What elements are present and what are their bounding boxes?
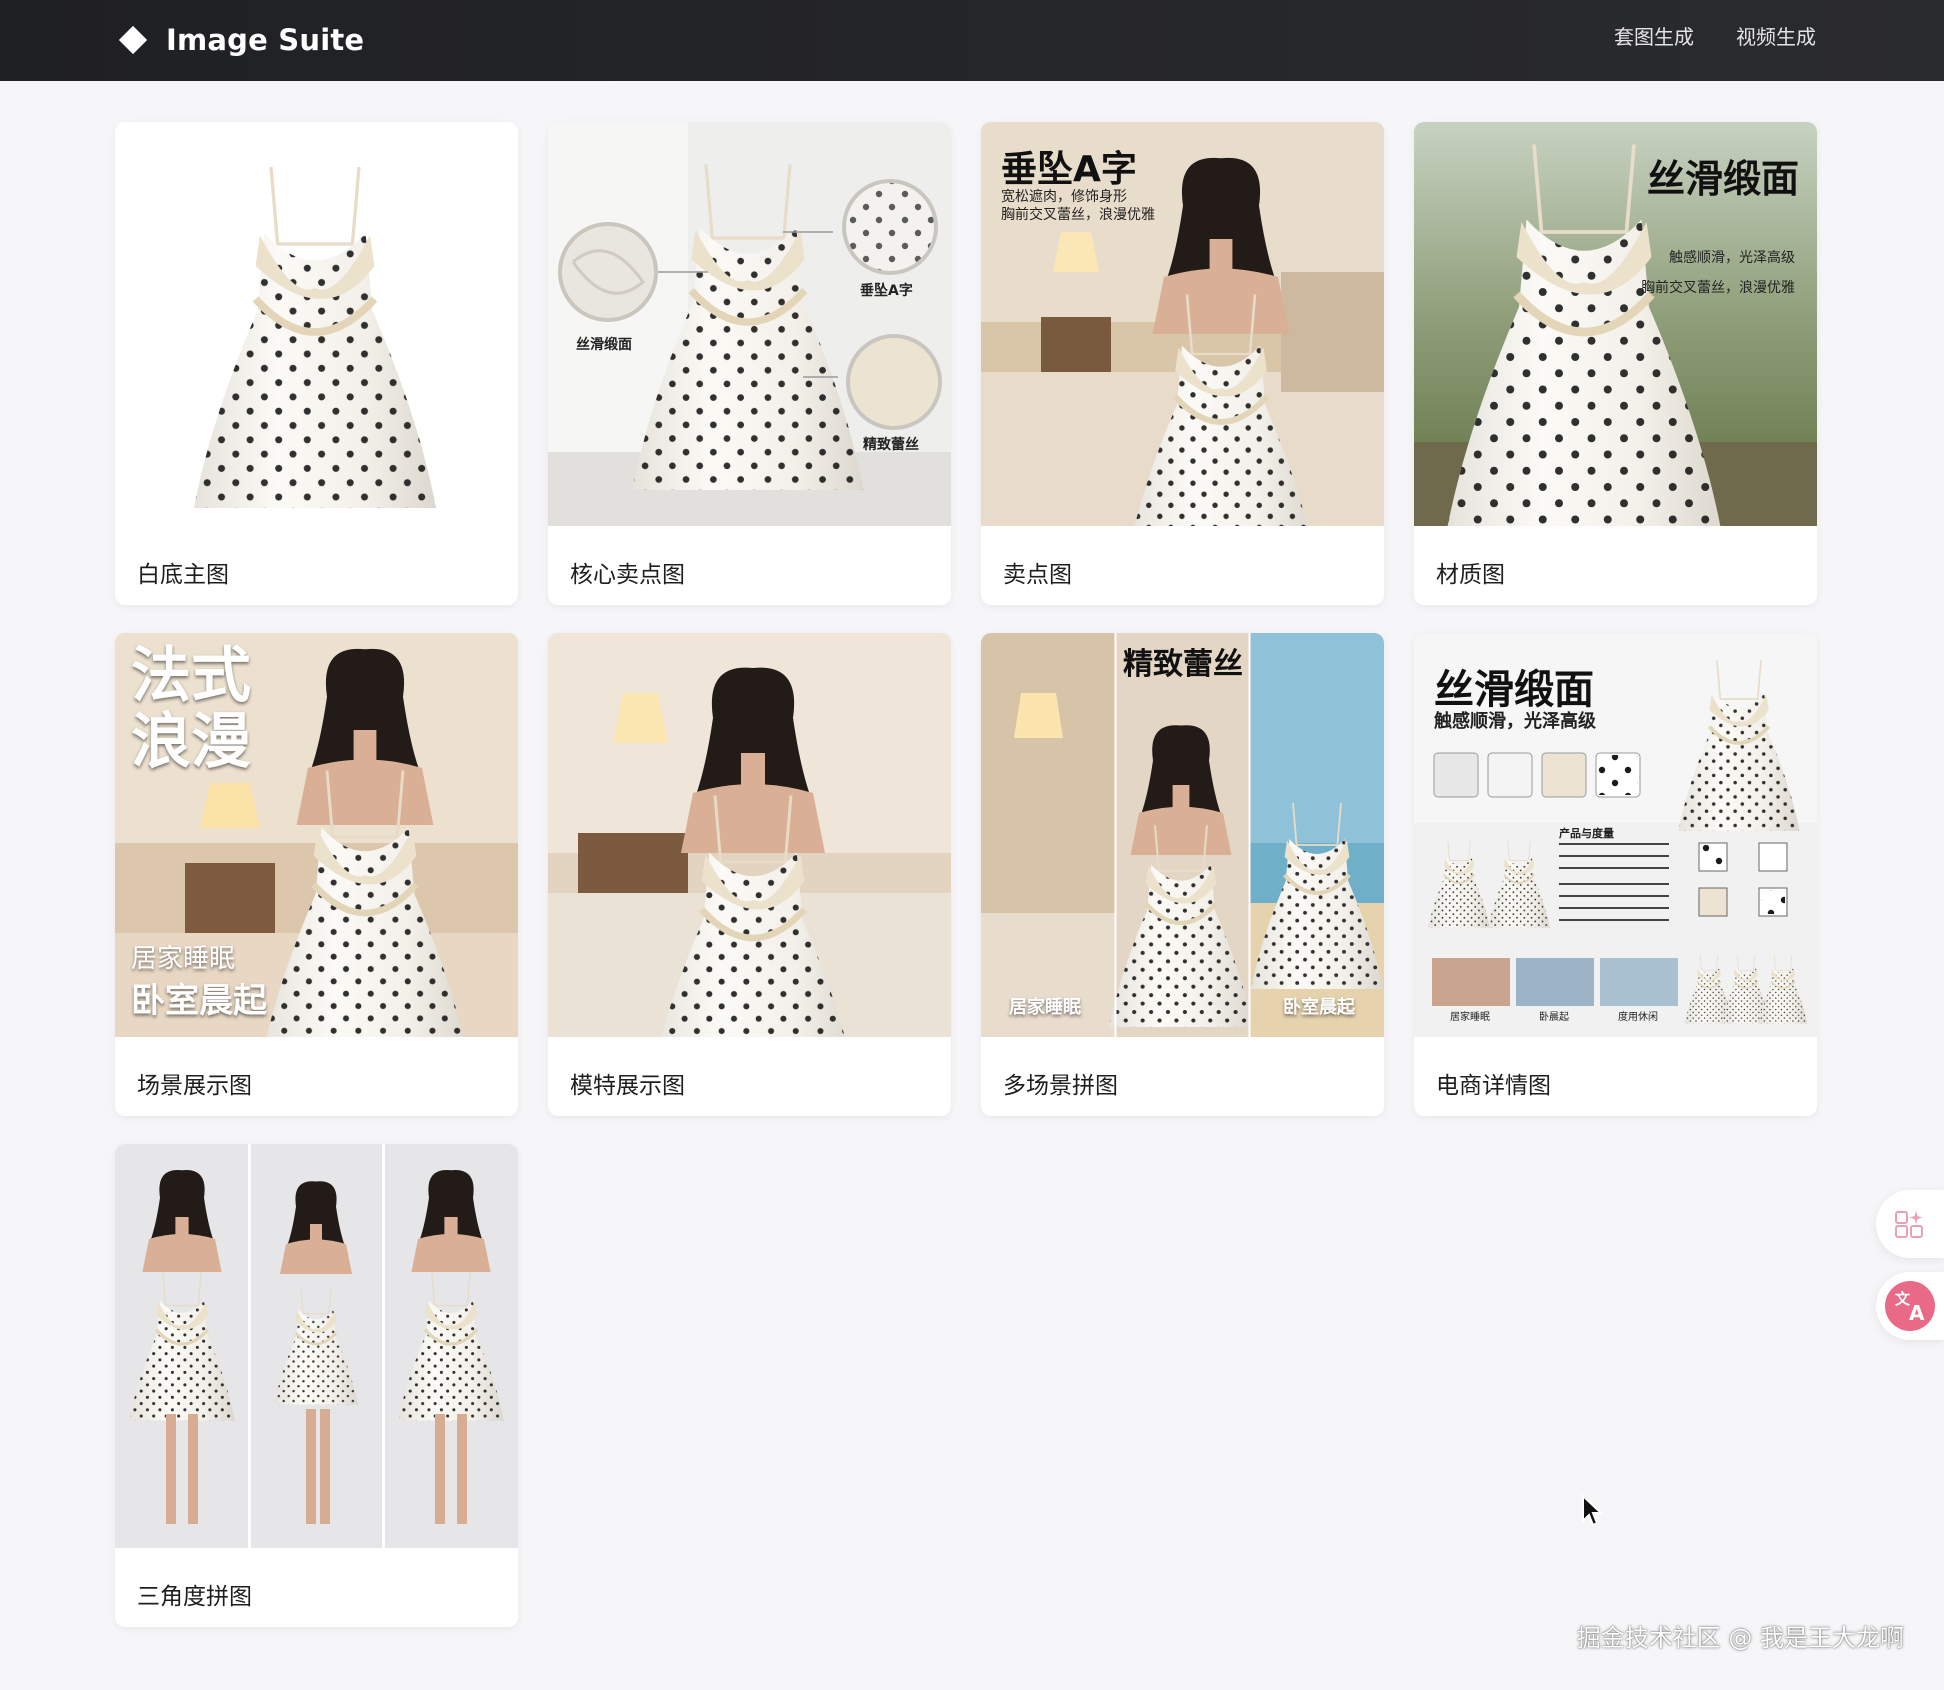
dress-white-bg-image bbox=[115, 122, 518, 526]
card-thumbnail: 精致蕾丝 居家睡眠 卧室晨起 bbox=[981, 633, 1384, 1037]
svg-text:A: A bbox=[1909, 1301, 1925, 1325]
ai-apps-button[interactable] bbox=[1876, 1190, 1944, 1258]
template-card-selling-point[interactable]: 垂坠A字 宽松遮肉，修饰身形 胸前交叉蕾丝，浪漫优雅 卖点图 bbox=[981, 122, 1384, 605]
card-thumbnail: 丝滑缎面 触感顺滑，光泽高级 产品与度量 居家睡眠 卧晨起 度用休闲 bbox=[1414, 633, 1817, 1037]
overlay-headline: 浪漫 bbox=[131, 707, 251, 777]
overlay-headline: 法式 bbox=[131, 641, 251, 711]
watermark: 掘金技术社区 @ 我是王大龙啊 bbox=[1576, 1624, 1904, 1652]
card-label: 核心卖点图 bbox=[570, 562, 685, 588]
overlay-subtitle: 卧晨起 bbox=[1539, 1012, 1569, 1023]
template-card-multi-scene[interactable]: 精致蕾丝 居家睡眠 卧室晨起 多场景拼图 bbox=[981, 633, 1384, 1116]
diamond-logo-icon bbox=[118, 25, 148, 55]
card-label: 卖点图 bbox=[1003, 562, 1072, 588]
card-label: 多场景拼图 bbox=[1003, 1073, 1118, 1099]
overlay-subtitle: 居家睡眠 bbox=[1450, 1012, 1490, 1023]
overlay-subtitle: 胸前交叉蕾丝，浪漫优雅 bbox=[1641, 280, 1795, 296]
callout-label: 精致蕾丝 bbox=[863, 437, 919, 453]
overlay-subtitle: 产品与度量 bbox=[1559, 827, 1614, 840]
overlay-subtitle: 触感顺滑，光泽高级 bbox=[1434, 711, 1596, 732]
callout-label: 丝滑缎面 bbox=[576, 337, 632, 353]
ai-grid-icon bbox=[1895, 1211, 1923, 1238]
overlay-subtitle: 居家睡眠 bbox=[131, 944, 236, 974]
overlay-subtitle: 胸前交叉蕾丝，浪漫优雅 bbox=[1001, 207, 1155, 223]
card-thumbnail bbox=[548, 633, 951, 1037]
dress-feature-callout-image bbox=[548, 122, 951, 526]
template-card-three-angle[interactable]: 三角度拼图 bbox=[115, 1144, 518, 1627]
main-nav: 套图生成 视频生成 bbox=[1572, 22, 1816, 52]
card-thumbnail: 丝滑缎面 垂坠A字 精致蕾丝 bbox=[548, 122, 951, 526]
template-card-material[interactable]: 丝滑缎面 触感顺滑，光泽高级 胸前交叉蕾丝，浪漫优雅 材质图 bbox=[1414, 122, 1817, 605]
card-thumbnail: 丝滑缎面 触感顺滑，光泽高级 胸前交叉蕾丝，浪漫优雅 bbox=[1414, 122, 1817, 526]
brand-title: Image Suite bbox=[166, 23, 365, 57]
translate-icon: 文 A bbox=[1885, 1281, 1935, 1331]
overlay-subtitle: 度用休闲 bbox=[1618, 1012, 1658, 1023]
translate-button[interactable]: 文 A bbox=[1876, 1272, 1944, 1340]
card-label: 材质图 bbox=[1436, 562, 1505, 588]
top-nav-bar: Image Suite 套图生成 视频生成 bbox=[0, 0, 1944, 81]
mouse-cursor-icon bbox=[1582, 1494, 1603, 1527]
template-card-white-main[interactable]: 白底主图 bbox=[115, 122, 518, 605]
nav-set-image-generation[interactable]: 套图生成 bbox=[1614, 22, 1694, 52]
card-label: 三角度拼图 bbox=[137, 1584, 252, 1610]
template-card-scene[interactable]: 法式 浪漫 居家睡眠 卧室晨起 场景展示图 bbox=[115, 633, 518, 1116]
overlay-subtitle: 卧室晨起 bbox=[131, 981, 267, 1021]
card-thumbnail bbox=[115, 122, 518, 526]
card-label: 白底主图 bbox=[137, 562, 229, 588]
card-label: 模特展示图 bbox=[570, 1073, 685, 1099]
card-thumbnail bbox=[115, 1144, 518, 1548]
overlay-headline: 精致蕾丝 bbox=[1123, 647, 1243, 682]
multi-scene-collage-image bbox=[981, 633, 1384, 1037]
card-thumbnail: 垂坠A字 宽松遮肉，修饰身形 胸前交叉蕾丝，浪漫优雅 bbox=[981, 122, 1384, 526]
card-thumbnail: 法式 浪漫 居家睡眠 卧室晨起 bbox=[115, 633, 518, 1037]
callout-label: 垂坠A字 bbox=[860, 283, 913, 299]
three-angle-collage-image bbox=[115, 1144, 518, 1548]
template-card-model-display[interactable]: 模特展示图 bbox=[548, 633, 951, 1116]
brand[interactable]: Image Suite bbox=[118, 20, 364, 60]
nav-video-generation[interactable]: 视频生成 bbox=[1736, 22, 1816, 52]
overlay-subtitle: 触感顺滑，光泽高级 bbox=[1669, 250, 1795, 266]
overlay-headline: 丝滑缎面 bbox=[1646, 157, 1799, 201]
card-label: 电商详情图 bbox=[1436, 1073, 1551, 1099]
overlay-subtitle: 卧室晨起 bbox=[1283, 997, 1355, 1018]
template-card-core-selling-points[interactable]: 丝滑缎面 垂坠A字 精致蕾丝 核心卖点图 bbox=[548, 122, 951, 605]
model-display-image bbox=[548, 633, 951, 1037]
template-card-grid: 白底主图 丝滑缎面 垂坠A字 精致蕾丝 核心卖点图 垂坠A字 宽松遮肉，修饰身形… bbox=[115, 122, 1817, 1632]
template-card-ecommerce-detail[interactable]: 丝滑缎面 触感顺滑，光泽高级 产品与度量 居家睡眠 卧晨起 度用休闲 电商详情图 bbox=[1414, 633, 1817, 1116]
overlay-subtitle: 居家睡眠 bbox=[1009, 997, 1081, 1018]
overlay-subtitle: 宽松遮肉，修饰身形 bbox=[1001, 189, 1127, 205]
overlay-headline: 垂坠A字 bbox=[1001, 149, 1137, 190]
card-label: 场景展示图 bbox=[137, 1073, 252, 1099]
